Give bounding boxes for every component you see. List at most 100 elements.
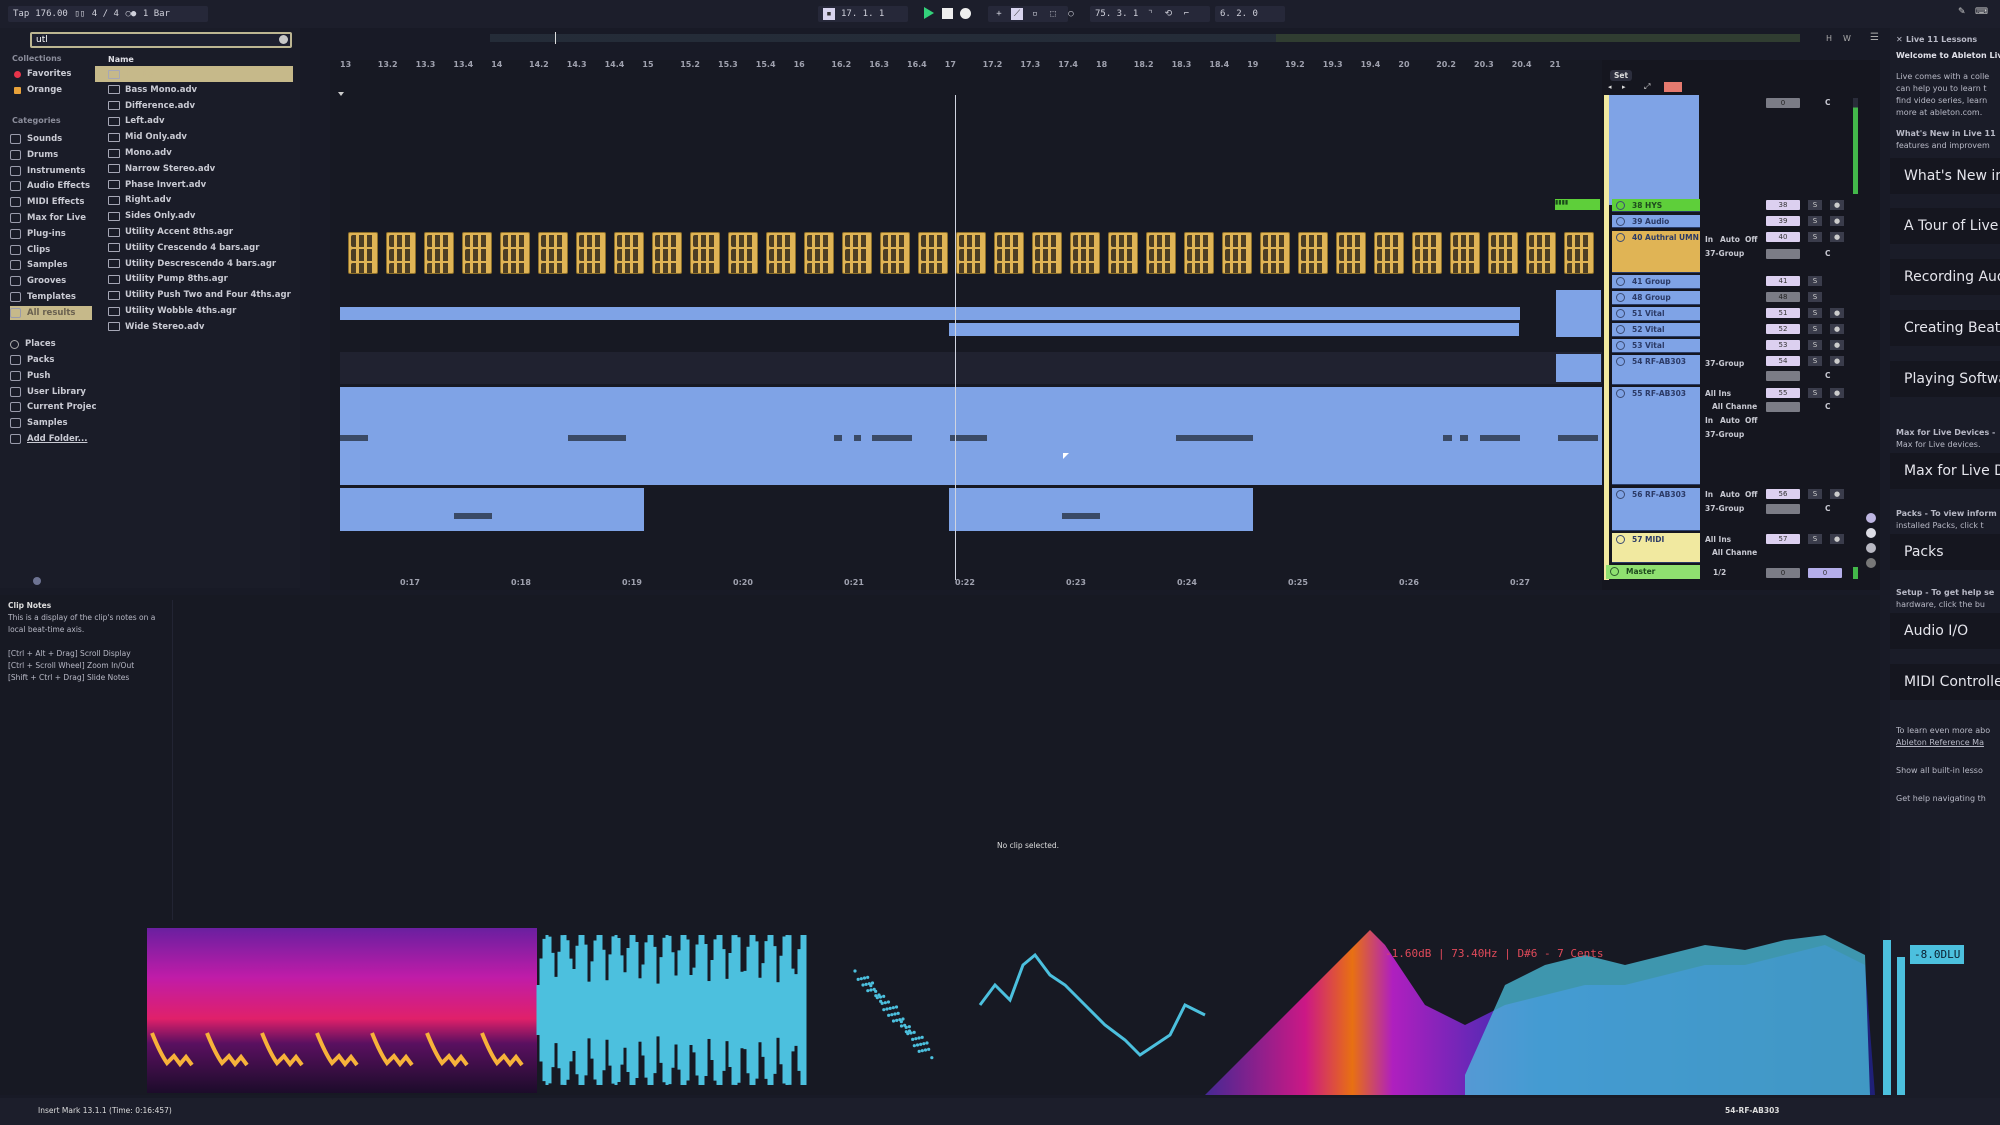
arm-button[interactable]: ● [1830,534,1844,544]
place-packs[interactable]: Packs [10,353,55,367]
browser-file-item[interactable]: Bass Mono.adv [108,83,197,97]
loop-icon[interactable]: ⟲ [1162,8,1174,20]
drum-clip[interactable] [1108,232,1138,274]
track-pan[interactable]: C [1825,249,1831,258]
browser-file-item[interactable]: Utility [108,67,154,81]
browser-file-item[interactable]: Utility Pump 8ths.agr [108,272,228,286]
time-ruler[interactable]: 0:17 0:18 0:19 0:20 0:21 0:22 0:23 0:24 0:25 0:26… [340,578,1600,590]
midi-note[interactable] [1460,435,1468,441]
drum-clip[interactable] [766,232,796,274]
track-play-icon[interactable] [1616,325,1625,334]
group-track-header[interactable] [1609,95,1699,205]
midi-note[interactable] [1443,435,1452,441]
monitor-off-button[interactable]: Off [1745,490,1757,499]
track-volume[interactable]: 41 [1766,276,1800,286]
green-clip[interactable]: ▮▮▮▮ [1555,199,1600,210]
master-play-icon[interactable] [1610,567,1619,576]
sends-toggle-icon[interactable] [1866,528,1876,538]
category-plug-ins[interactable]: Plug-ins [10,227,66,241]
input-routing-select[interactable]: All Ins [1705,389,1731,398]
metronome-icon[interactable]: ○● [125,8,137,20]
track-volume[interactable]: 40 [1766,232,1800,242]
monitor-in-button[interactable]: In [1705,235,1713,244]
category-max-for-live[interactable]: Max for Live [10,211,86,225]
track-header[interactable]: 57 MIDI [1612,533,1700,563]
drum-clip[interactable] [956,232,986,274]
solo-button[interactable]: S [1808,308,1822,318]
key-map-icon[interactable]: ⌨ [1975,7,1988,17]
track-header[interactable]: 54 RF-AB303 [1612,355,1700,385]
drum-clip[interactable] [804,232,834,274]
track-header[interactable]: 38 HYS Neapose [1612,199,1700,224]
category-audio-effects[interactable]: Audio Effects [10,179,90,193]
browser-file-item[interactable]: Sides Only.adv [108,209,195,223]
solo-button[interactable]: S [1808,534,1822,544]
automation-arm-icon[interactable]: ⟋ [1011,8,1023,20]
collection-orange[interactable]: Orange [10,83,62,97]
output-routing-select[interactable]: 37-Group [1705,359,1744,368]
arm-button[interactable]: ● [1830,489,1844,499]
menu-icon[interactable]: ☰ [1870,32,1879,43]
io-toggle-icon[interactable] [1866,513,1876,523]
loop-start-field[interactable]: 75. 3. 1 [1095,8,1138,20]
view-toggle-w[interactable]: W [1843,34,1851,43]
drum-clip[interactable] [880,232,910,274]
track-header[interactable]: 53 Vital [1612,339,1700,353]
loop-length-field[interactable]: 6. 2. 0 [1220,8,1258,20]
midi-clip-56a[interactable] [340,488,644,531]
place-add-folder-[interactable]: Add Folder... [10,432,87,446]
solo-button[interactable]: S [1808,276,1822,286]
group-end-clip[interactable] [1556,354,1601,382]
category-drums[interactable]: Drums [10,148,58,162]
audio-clip-41[interactable] [949,323,1519,336]
drum-clip[interactable] [1222,232,1252,274]
drum-clip[interactable] [462,232,492,274]
stop-icon[interactable] [942,8,953,19]
group-volume[interactable]: 0 [1766,98,1800,108]
track-volume[interactable]: 51 [1766,308,1800,318]
track-pan-value[interactable] [1766,504,1800,514]
solo-button[interactable]: S [1808,292,1822,302]
midi-note[interactable] [1176,435,1253,441]
cue-volume[interactable]: 0 [1808,568,1842,578]
bar-ruler[interactable]: 13 13.2 13.3 13.4 14 14.2 14.3 14.4 15 15.2 15.3 15… [340,60,1600,74]
solo-button[interactable]: S [1808,489,1822,499]
view-toggle-h[interactable]: H [1826,34,1832,43]
overview-strip[interactable] [490,34,1800,42]
lesson-midi-button[interactable]: MIDI Controlle [1890,664,2000,700]
punch-in-icon[interactable]: ⌝ [1144,8,1156,20]
track-volume[interactable]: 39 [1766,216,1800,226]
drum-clip[interactable] [690,232,720,274]
monitor-off-button[interactable]: Off [1745,235,1757,244]
help-navigating-link[interactable]: Get help navigating th [1896,793,1986,805]
category-templates[interactable]: Templates [10,290,76,304]
track-play-icon[interactable] [1616,233,1625,242]
track-pan-value[interactable] [1766,371,1800,381]
browser-file-item[interactable]: Narrow Stereo.adv [108,162,215,176]
input-channel-select[interactable]: All Channe [1712,402,1757,411]
clear-search-icon[interactable] [279,35,288,44]
drum-clip[interactable] [1184,232,1214,274]
returns-toggle-icon[interactable] [1866,543,1876,553]
place-samples[interactable]: Samples [10,416,68,430]
master-track-header[interactable]: Master [1606,565,1700,579]
playhead[interactable] [955,95,956,580]
midi-note[interactable] [454,513,492,519]
drum-clip[interactable] [1412,232,1442,274]
all-lessons-link[interactable]: Show all built-in lesso [1896,765,1983,777]
track-volume[interactable]: 56 [1766,489,1800,499]
time-signature-field[interactable]: 4 / 4 [92,8,119,20]
overdub-icon[interactable]: + [993,8,1005,20]
track-volume[interactable]: 38 [1766,200,1800,210]
monitor-auto-button[interactable]: Auto [1720,235,1740,244]
draw-mode-icon[interactable]: ✎ [1958,7,1966,17]
track-volume[interactable]: 54 [1766,356,1800,366]
reference-manual-link[interactable]: Ableton Reference Ma [1896,737,1984,749]
drum-clip[interactable] [1260,232,1290,274]
follow-icon[interactable]: ▪ [823,8,835,20]
quantize-select[interactable]: 1 Bar [143,8,170,20]
master-volume[interactable]: 0 [1766,568,1800,578]
place-push[interactable]: Push [10,369,50,383]
browser-file-item[interactable]: Utility Accent 8ths.agr [108,225,233,239]
drum-clip[interactable] [500,232,530,274]
